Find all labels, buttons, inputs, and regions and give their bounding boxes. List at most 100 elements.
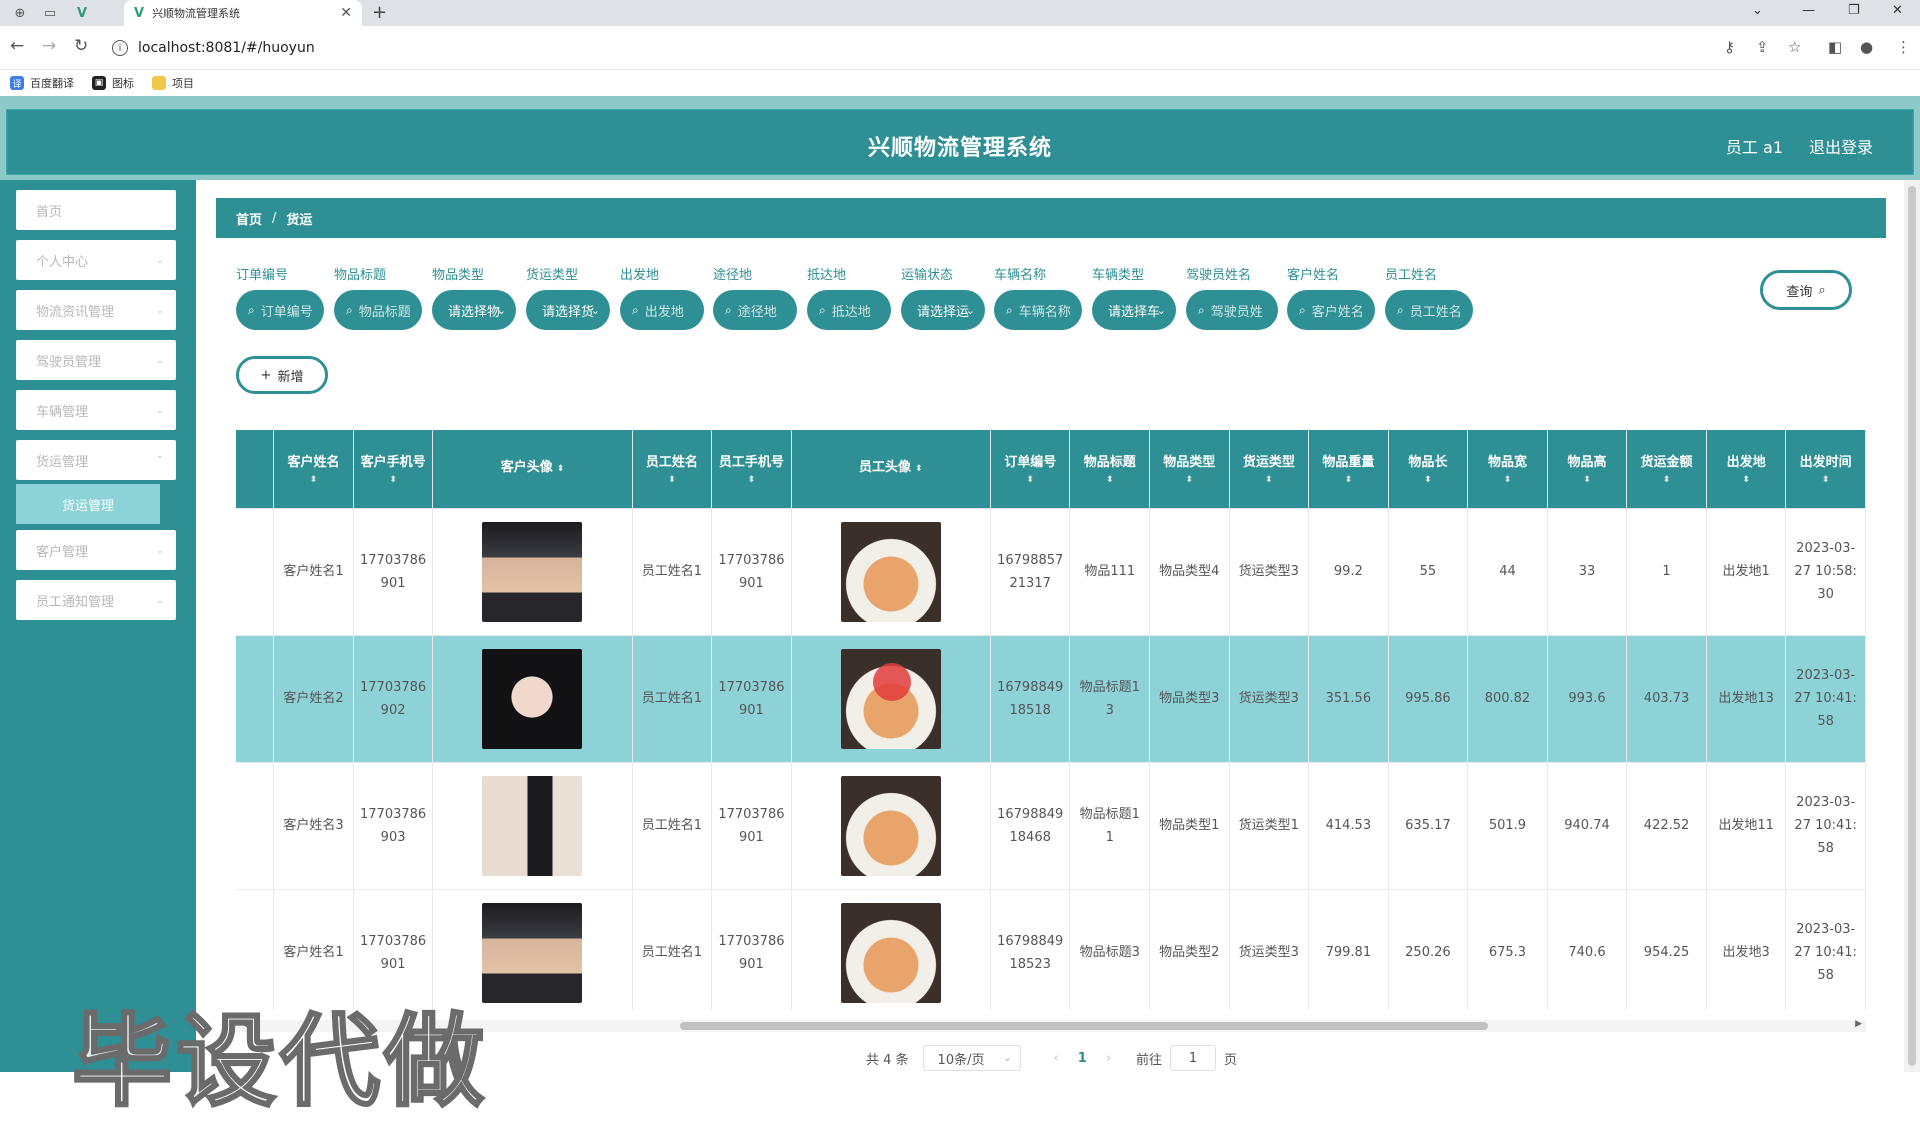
page-size-select[interactable]: 10条/页 ⌄ [922,1045,1021,1071]
star-icon[interactable]: ☆ [1788,38,1801,56]
scrollbar-thumb[interactable] [1908,186,1916,1066]
share-icon[interactable]: ⇪ [1756,38,1769,56]
sidebar-item-notices[interactable]: 员工通知管理 ⌄ [16,580,176,620]
column-header[interactable]: 员工姓名 ⬍ [632,430,713,509]
filter-select[interactable]: 请选择物 ⌄ [432,290,516,330]
filter-select[interactable]: 请选择货 ⌄ [526,290,610,330]
sort-icon[interactable]: ⬍ [1154,474,1225,486]
column-header[interactable]: 出发地 ⬍ [1706,430,1787,509]
sort-icon[interactable]: ⬍ [1790,474,1861,486]
column-header[interactable]: 货运类型 ⬍ [1229,430,1310,509]
back-icon[interactable]: ← [10,36,24,56]
forward-icon[interactable]: → [42,36,56,56]
vertical-scrollbar[interactable] [1904,180,1920,1072]
filter-input[interactable]: ⌕ 驾驶员姓 [1186,290,1278,330]
filter-input[interactable]: ⌕ 员工姓名 [1385,290,1473,330]
browser-tab-active[interactable]: V 兴顺物流管理系统 ✕ [124,0,362,26]
table-cell-height: 993.6 [1547,635,1628,763]
filter-input[interactable]: ⌕ 订单编号 [236,290,324,330]
prev-page-icon[interactable]: ‹ [1054,1051,1059,1066]
add-button[interactable]: + 新增 [236,356,328,394]
goto-input[interactable]: 1 [1170,1045,1217,1071]
column-header[interactable]: 客户手机号 ⬍ [353,430,434,509]
column-header[interactable]: 物品宽 ⬍ [1467,430,1548,509]
table-row[interactable]: 客户姓名3 17703786903 员工姓名1 17703786901 16798849… [236,762,1866,890]
sidebar-item-home[interactable]: 首页 [16,190,176,230]
column-header[interactable]: 物品高 ⬍ [1547,430,1628,509]
table-row[interactable]: 客户姓名2 17703786902 员工姓名1 17703786901 16798849… [236,635,1866,763]
column-header[interactable]: 货运金额 ⬍ [1626,430,1707,509]
sort-icon[interactable]: ⬍ [995,474,1066,486]
next-page-icon[interactable]: › [1106,1051,1111,1066]
vue-tab-icon[interactable]: V [68,3,96,23]
sort-icon[interactable]: ⬍ [915,464,923,474]
globe-icon[interactable]: ⊕ [6,3,34,23]
row-select-cell[interactable] [236,762,275,890]
sidebar-item-profile[interactable]: 个人中心 ⌄ [16,240,176,280]
profile-icon[interactable]: ● [1860,38,1873,56]
url-field[interactable]: i localhost:8081/#/huoyun [112,33,1732,63]
sidebar-item-vehicles[interactable]: 车辆管理 ⌄ [16,390,176,430]
sort-icon[interactable]: ⬍ [1313,474,1384,486]
column-header[interactable]: 物品标题 ⬍ [1069,430,1150,509]
sidebar-subitem-freight[interactable]: 货运管理 [16,484,160,524]
breadcrumb-home[interactable]: 首页 [236,209,262,228]
sort-icon[interactable]: ⬍ [1472,474,1543,486]
sort-icon[interactable]: ⬍ [1234,474,1305,486]
sort-icon[interactable]: ⬍ [637,474,708,486]
sidebar-item-news[interactable]: 物流资讯管理 ⌄ [16,290,176,330]
logout-link[interactable]: 退出登录 [1809,134,1873,158]
column-header[interactable]: 出发时间 ⬍ [1785,430,1866,509]
sidebar-item-freight[interactable]: 货运管理 ⌃ [16,440,176,480]
filter-input[interactable]: ⌕ 车辆名称 [994,290,1082,330]
reload-icon[interactable]: ↻ [74,36,88,56]
new-tab-button[interactable]: + [372,2,387,23]
column-header[interactable]: 员工手机号 ⬍ [711,430,792,509]
row-select-cell[interactable] [236,635,275,763]
sort-icon[interactable]: ⬍ [358,474,429,486]
column-header[interactable]: 客户头像 ⬍ [432,430,633,509]
column-header[interactable]: 物品长 ⬍ [1388,430,1469,509]
blank-tab-icon[interactable]: ▭ [36,3,64,23]
filter-input[interactable]: ⌕ 客户姓名 [1287,290,1375,330]
filter-input[interactable]: ⌕ 途径地 [713,290,797,330]
sidepanel-icon[interactable]: ◧ [1828,38,1842,56]
sort-icon[interactable]: ⬍ [716,474,787,486]
filter-select[interactable]: 请选择运 ⌄ [901,290,985,330]
column-header[interactable]: 物品类型 ⬍ [1149,430,1230,509]
bookmark-item[interactable]: 项目 [152,75,194,91]
key-icon[interactable]: ⚷ [1724,38,1735,56]
sort-icon[interactable]: ⬍ [1552,474,1623,486]
minimize-icon[interactable]: — [1802,3,1815,18]
sidebar-item-customers[interactable]: 客户管理 ⌄ [16,530,176,570]
sort-icon[interactable]: ⬍ [278,474,349,486]
chevron-down-icon[interactable]: ⌄ [1752,3,1763,18]
window-close-icon[interactable]: ✕ [1892,3,1903,18]
scrollbar-thumb[interactable] [680,1022,1488,1030]
bookmark-item[interactable]: 译 百度翻译 [10,75,74,91]
sort-icon[interactable]: ⬍ [1393,474,1464,486]
current-page[interactable]: 1 [1078,1051,1087,1066]
column-header[interactable]: 员工头像 ⬍ [791,430,991,509]
sort-icon[interactable]: ⬍ [1074,474,1145,486]
restore-icon[interactable]: ❐ [1848,3,1860,18]
column-header[interactable]: 客户姓名 ⬍ [273,430,354,509]
query-button[interactable]: 查询 ⌕ [1760,270,1852,310]
sidebar-item-drivers[interactable]: 驾驶员管理 ⌄ [16,340,176,380]
bookmark-item[interactable]: ▣ 图标 [92,75,134,91]
filter-select[interactable]: 请选择车 ⌄ [1092,290,1176,330]
filter-input[interactable]: ⌕ 物品标题 [334,290,422,330]
sort-icon[interactable]: ⬍ [1711,474,1782,486]
menu-icon[interactable]: ⋮ [1896,38,1911,56]
info-icon[interactable]: i [112,40,128,56]
filter-input[interactable]: ⌕ 抵达地 [807,290,891,330]
scroll-right-icon[interactable]: ▶ [1855,1019,1862,1029]
close-icon[interactable]: ✕ [340,5,352,21]
sort-icon[interactable]: ⬍ [557,464,565,474]
column-header[interactable]: 订单编号 ⬍ [990,430,1071,509]
column-header[interactable]: 物品重量 ⬍ [1308,430,1389,509]
filter-input[interactable]: ⌕ 出发地 [620,290,704,330]
table-row[interactable]: 客户姓名1 17703786901 员工姓名1 17703786901 16798857… [236,508,1866,636]
row-select-cell[interactable] [236,508,275,636]
sort-icon[interactable]: ⬍ [1631,474,1702,486]
